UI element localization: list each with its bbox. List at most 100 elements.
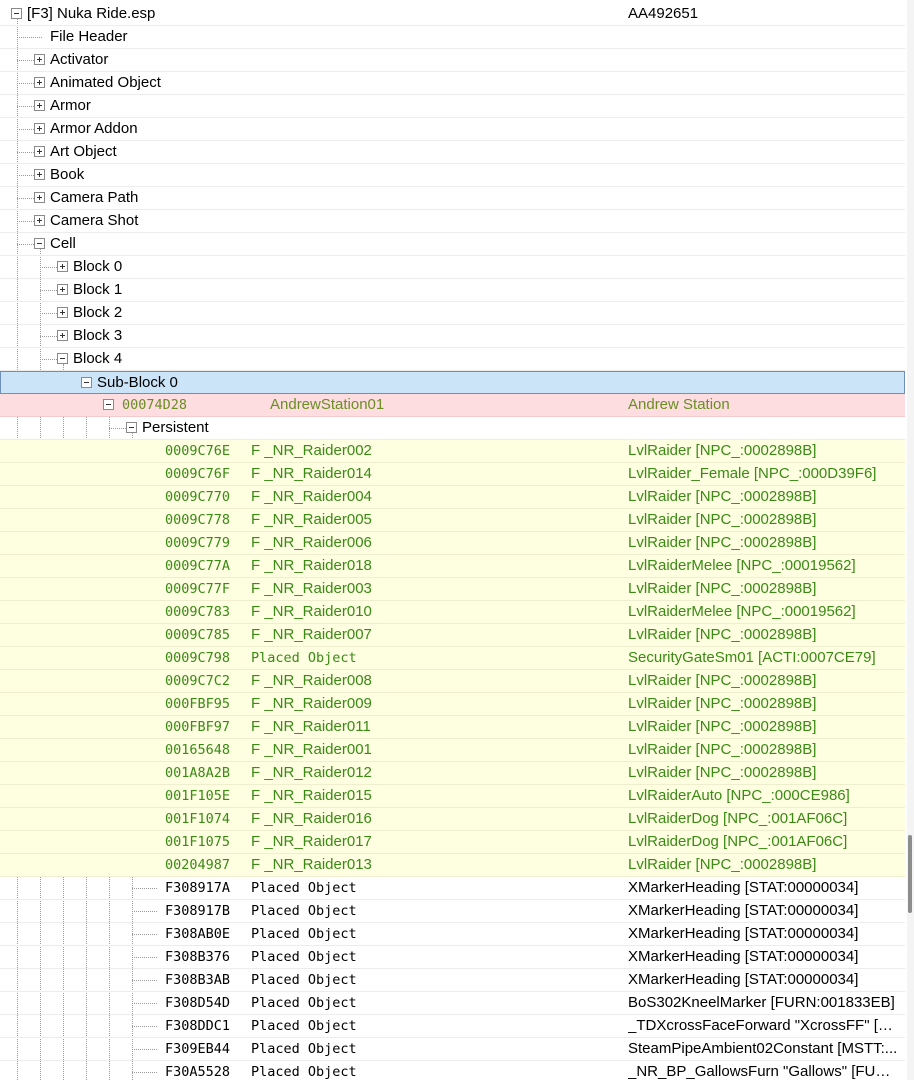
tree-row-activator[interactable]: Activator <box>0 49 905 72</box>
node-label: Cell <box>50 235 76 252</box>
form-id: 0009C779 <box>165 535 231 551</box>
expand-plus-icon[interactable] <box>34 77 45 88</box>
record-value: LvlRaider [NPC_:0002898B] <box>628 856 817 873</box>
tree-row-f3-nuka-ride-esp[interactable]: [F3] Nuka Ride.esp AA492651 <box>0 3 905 26</box>
tree-row-camera-shot[interactable]: Camera Shot <box>0 210 905 233</box>
tree-row-000fbf97[interactable]: 000FBF97 F _NR_Raider011 LvlRaider [NPC_:0… <box>0 716 905 739</box>
tree-row-00165648[interactable]: 00165648 F _NR_Raider001 LvlRaider [NPC_:0… <box>0 739 905 762</box>
tree-row-0009c7c2[interactable]: 0009C7C2 F _NR_Raider008 LvlRaider [NPC_:0… <box>0 670 905 693</box>
tree-row-block-4[interactable]: Block 4 <box>0 348 905 371</box>
tree-row-sub-block-0[interactable]: Sub-Block 0 <box>0 371 905 394</box>
form-id: F308B3AB <box>165 972 231 988</box>
collapse-minus-icon[interactable] <box>126 422 137 433</box>
expand-plus-icon[interactable] <box>57 284 68 295</box>
tree-row-block-3[interactable]: Block 3 <box>0 325 905 348</box>
collapse-minus-icon[interactable] <box>57 353 68 364</box>
tree-row-persistent[interactable]: Persistent <box>0 417 905 440</box>
form-id: 0009C798 <box>165 650 231 666</box>
form-id: 001F105E <box>165 788 231 804</box>
form-id: 00204987 <box>165 857 231 873</box>
expand-plus-icon[interactable] <box>34 215 45 226</box>
tree-row-00204987[interactable]: 00204987 F _NR_Raider013 LvlRaider [NPC_:0… <box>0 854 905 877</box>
tree-row-f30a5528[interactable]: F30A5528 Placed Object _NR_BP_GallowsFurn … <box>0 1061 905 1080</box>
tree-row-cell[interactable]: Cell <box>0 233 905 256</box>
record-value: XMarkerHeading [STAT:00000034] <box>628 971 859 988</box>
tree-row-art-object[interactable]: Art Object <box>0 141 905 164</box>
node-label: Block 0 <box>73 258 123 275</box>
vertical-scrollbar[interactable] <box>907 0 914 1080</box>
record-name: F _NR_Raider002 <box>251 442 372 459</box>
tree-row-0009c77a[interactable]: 0009C77A F _NR_Raider018 LvlRaiderMelee [N… <box>0 555 905 578</box>
tree-row-armor[interactable]: Armor <box>0 95 905 118</box>
expand-plus-icon[interactable] <box>57 261 68 272</box>
tree-row-0009c783[interactable]: 0009C783 F _NR_Raider010 LvlRaiderMelee [N… <box>0 601 905 624</box>
tree-row-f308917b[interactable]: F308917B Placed Object XMarkerHeading [STA… <box>0 900 905 923</box>
tree-row-block-0[interactable]: Block 0 <box>0 256 905 279</box>
tree-row-camera-path[interactable]: Camera Path <box>0 187 905 210</box>
scrollbar-thumb[interactable] <box>908 835 912 913</box>
record-value: LvlRaiderMelee [NPC_:00019562] <box>628 557 856 574</box>
expand-plus-icon[interactable] <box>34 169 45 180</box>
form-id: 0009C770 <box>165 489 231 505</box>
form-id: 001F1074 <box>165 811 231 827</box>
expand-plus-icon[interactable] <box>34 100 45 111</box>
node-label: Activator <box>50 51 109 68</box>
record-name: F _NR_Raider012 <box>251 764 372 781</box>
record-name: F _NR_Raider014 <box>251 465 372 482</box>
record-tree[interactable]: [F3] Nuka Ride.esp AA492651 File Header Act… <box>0 0 914 1080</box>
tree-row-f308ddc1[interactable]: F308DDC1 Placed Object _TDXcrossFaceForwar… <box>0 1015 905 1038</box>
expand-plus-icon[interactable] <box>57 330 68 341</box>
form-id: 00074D28 <box>122 397 188 413</box>
tree-row-f308ab0e[interactable]: F308AB0E Placed Object XMarkerHeading [STA… <box>0 923 905 946</box>
tree-row-001f1075[interactable]: 001F1075 F _NR_Raider017 LvlRaiderDog [NPC… <box>0 831 905 854</box>
tree-row-0009c770[interactable]: 0009C770 F _NR_Raider004 LvlRaider [NPC_:0… <box>0 486 905 509</box>
tree-row-f308b3ab[interactable]: F308B3AB Placed Object XMarkerHeading [STA… <box>0 969 905 992</box>
tree-row-armor-addon[interactable]: Armor Addon <box>0 118 905 141</box>
form-id: 000FBF97 <box>165 719 231 735</box>
tree-row-0009c76e[interactable]: 0009C76E F _NR_Raider002 LvlRaider [NPC_:0… <box>0 440 905 463</box>
collapse-minus-icon[interactable] <box>34 238 45 249</box>
record-name: F _NR_Raider009 <box>251 695 372 712</box>
record-value: XMarkerHeading [STAT:00000034] <box>628 902 859 919</box>
tree-row-book[interactable]: Book <box>0 164 905 187</box>
tree-row-f308b376[interactable]: F308B376 Placed Object XMarkerHeading [STA… <box>0 946 905 969</box>
tree-row-0009c798[interactable]: 0009C798 Placed Object SecurityGateSm01 [A… <box>0 647 905 670</box>
tree-row-animated-object[interactable]: Animated Object <box>0 72 905 95</box>
tree-row-0009c785[interactable]: 0009C785 F _NR_Raider007 LvlRaider [NPC_:0… <box>0 624 905 647</box>
tree-row-001f1074[interactable]: 001F1074 F _NR_Raider016 LvlRaiderDog [NPC… <box>0 808 905 831</box>
collapse-minus-icon[interactable] <box>81 377 92 388</box>
tree-row-001a8a2b[interactable]: 001A8A2B F _NR_Raider012 LvlRaider [NPC_:0… <box>0 762 905 785</box>
tree-row-0009c779[interactable]: 0009C779 F _NR_Raider006 LvlRaider [NPC_:0… <box>0 532 905 555</box>
expand-plus-icon[interactable] <box>34 123 45 134</box>
collapse-minus-icon[interactable] <box>103 399 114 410</box>
expand-plus-icon[interactable] <box>57 307 68 318</box>
tree-row-0009c778[interactable]: 0009C778 F _NR_Raider005 LvlRaider [NPC_:0… <box>0 509 905 532</box>
node-label: Block 4 <box>73 350 123 367</box>
record-name: Placed Object <box>251 1064 357 1080</box>
form-id: 0009C785 <box>165 627 231 643</box>
expand-plus-icon[interactable] <box>34 146 45 157</box>
expand-plus-icon[interactable] <box>34 192 45 203</box>
tree-row-f309eb44[interactable]: F309EB44 Placed Object SteamPipeAmbient02C… <box>0 1038 905 1061</box>
record-name: F _NR_Raider005 <box>251 511 372 528</box>
record-name: Placed Object <box>251 650 357 666</box>
node-label: [F3] Nuka Ride.esp <box>27 5 156 22</box>
tree-row-f308917a[interactable]: F308917A Placed Object XMarkerHeading [STA… <box>0 877 905 900</box>
record-value: _TDXcrossFaceForward "XcrossFF" [FU... <box>628 1017 900 1034</box>
record-value: LvlRaider [NPC_:0002898B] <box>628 442 817 459</box>
expand-plus-icon[interactable] <box>34 54 45 65</box>
tree-row-file-header[interactable]: File Header <box>0 26 905 49</box>
tree-row-f308d54d[interactable]: F308D54D Placed Object BoS302KneelMarker [… <box>0 992 905 1015</box>
tree-row-block-2[interactable]: Block 2 <box>0 302 905 325</box>
record-value: LvlRaiderDog [NPC_:001AF06C] <box>628 810 848 827</box>
node-label: Camera Path <box>50 189 139 206</box>
tree-row-0009c76f[interactable]: 0009C76F F _NR_Raider014 LvlRaider_Female … <box>0 463 905 486</box>
tree-row-0009c77f[interactable]: 0009C77F F _NR_Raider003 LvlRaider [NPC_:0… <box>0 578 905 601</box>
tree-row-block-1[interactable]: Block 1 <box>0 279 905 302</box>
tree-row-00074d28[interactable]: 00074D28 AndrewStation01 Andrew Station <box>0 394 905 417</box>
record-value: _NR_BP_GallowsFurn "Gallows" [FURN:... <box>628 1063 900 1080</box>
tree-row-000fbf95[interactable]: 000FBF95 F _NR_Raider009 LvlRaider [NPC_:0… <box>0 693 905 716</box>
record-value: LvlRaider [NPC_:0002898B] <box>628 764 817 781</box>
tree-row-001f105e[interactable]: 001F105E F _NR_Raider015 LvlRaiderAuto [NP… <box>0 785 905 808</box>
collapse-minus-icon[interactable] <box>11 8 22 19</box>
